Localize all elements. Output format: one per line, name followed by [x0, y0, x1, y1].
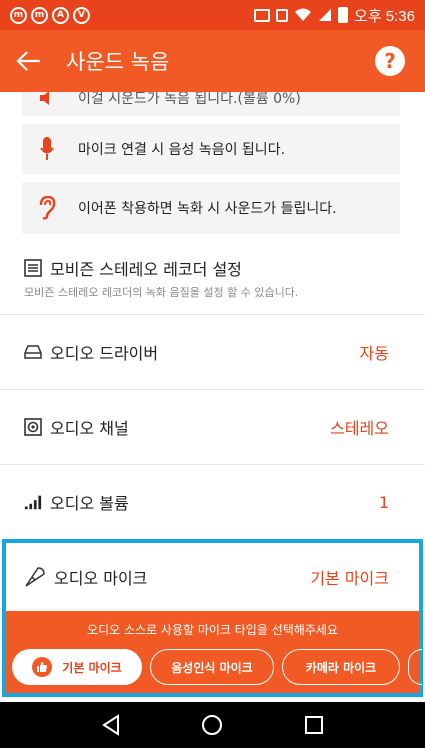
- setting-label: 오디오 채널: [50, 419, 129, 438]
- microphone-icon: [38, 136, 56, 162]
- setting-label: 오디오 마이크: [54, 569, 148, 588]
- nav-home-icon: [202, 715, 223, 735]
- vibrate-icon: [276, 8, 289, 22]
- setting-row-audio-channel[interactable]: 오디오 채널 스테레오: [0, 389, 425, 464]
- mic-option-more[interactable]: [408, 649, 422, 685]
- setting-value: 1: [378, 492, 389, 512]
- mic-option-camera[interactable]: 카메라 마이크: [282, 649, 400, 685]
- mic-hint-text: 오디오 소스로 사용할 마이크 타입을 선택해주세요: [87, 623, 338, 637]
- info-card-text: 마이크 연결 시 음성 녹음이 됩니다.: [78, 142, 286, 158]
- info-card-earphone: 이어폰 착용하면 녹화 시 사운드가 들립니다.: [22, 182, 400, 234]
- mic-option-voice[interactable]: 음성인식 마이크: [150, 649, 274, 685]
- volume-bars-icon: [24, 493, 42, 511]
- help-button[interactable]: ?: [375, 46, 405, 76]
- nav-back-icon: [101, 714, 119, 736]
- setting-value: 자동: [359, 344, 389, 363]
- info-card-speaker: 이걸 시운드가 녹음 됩니다.(볼륨 0%): [22, 92, 400, 116]
- setting-row-audio-volume[interactable]: 오디오 볼륨 1: [0, 464, 425, 539]
- mic-option-label: 카메라 마이크: [305, 660, 377, 675]
- setting-value: 기본 마이크: [310, 569, 389, 588]
- info-card-text: 이어폰 착용하면 녹화 시 사운드가 들립니다.: [78, 201, 337, 217]
- nav-recents-button[interactable]: [301, 712, 327, 738]
- nav-recents-icon: [305, 716, 324, 734]
- setting-label: 오디오 드라이버: [50, 344, 159, 363]
- notification-icons: m m A V: [10, 6, 90, 24]
- nav-home-button[interactable]: [199, 712, 225, 738]
- notification-icon-3: A: [52, 6, 69, 24]
- nav-back-button[interactable]: [98, 712, 124, 738]
- page-title: 사운드 녹음: [66, 50, 170, 74]
- setting-value: 스테레오: [330, 419, 389, 438]
- drive-icon: [24, 343, 42, 361]
- signal-icon: [319, 9, 332, 21]
- setting-label: 오디오 볼륨: [50, 494, 129, 513]
- app-bar: 사운드 녹음 ?: [0, 30, 425, 92]
- pen-mic-icon: [24, 566, 46, 588]
- thumbs-up-icon: [32, 657, 53, 677]
- notification-icon-4: V: [73, 6, 90, 24]
- content-scroll[interactable]: 이걸 시운드가 녹음 됩니다.(볼륨 0%) 마이크 연결 시 음성 녹음이 됩…: [0, 92, 425, 702]
- stereo-section-title-text: 모비즌 스테레오 레코더 설정: [50, 260, 242, 279]
- notification-icon-2: m: [31, 6, 48, 24]
- ear-icon: [38, 195, 56, 221]
- back-button[interactable]: [0, 30, 58, 92]
- system-nav-bar: [0, 702, 425, 748]
- settings-list-icon: [24, 259, 42, 277]
- mic-option-label: 기본 마이크: [62, 660, 122, 675]
- notification-icon-1: m: [10, 6, 27, 24]
- mic-options: 기본 마이크 음성인식 마이크 카메라 마이크: [12, 649, 422, 685]
- info-card-text: 이걸 시운드가 녹음 됩니다.(볼륨 0%): [78, 92, 301, 107]
- speaker-channel-icon: [24, 418, 42, 436]
- setting-row-audio-mic[interactable]: 오디오 마이크 기본 마이크: [6, 543, 419, 611]
- status-time: 오후 5:36: [354, 7, 415, 25]
- stereo-section-subtitle: 모비즌 스테레오 레코더의 녹화 음질을 설정 할 수 있습니다.: [24, 286, 299, 299]
- status-bar: m m A V 오후 5:36: [0, 0, 425, 30]
- setting-row-audio-driver[interactable]: 오디오 드라이버 자동: [0, 314, 425, 389]
- mic-options-strip: 오디오 소스로 사용할 마이크 타입을 선택해주세요 기본 마이크 음성인식 마…: [6, 611, 422, 693]
- speaker-icon: [38, 92, 56, 111]
- stereo-section-title: 모비즌 스테레오 레코더 설정: [24, 256, 242, 280]
- wifi-icon: [295, 8, 312, 21]
- battery-icon: [338, 7, 349, 23]
- cast-icon: [254, 8, 271, 22]
- mic-option-default[interactable]: 기본 마이크: [12, 649, 142, 685]
- back-arrow-icon: [16, 51, 40, 71]
- mic-option-label: 음성인식 마이크: [171, 660, 253, 675]
- audio-mic-panel: 오디오 마이크 기본 마이크 오디오 소스로 사용할 마이크 타입을 선택해주세…: [2, 539, 423, 697]
- info-card-microphone: 마이크 연결 시 음성 녹음이 됩니다.: [22, 124, 400, 174]
